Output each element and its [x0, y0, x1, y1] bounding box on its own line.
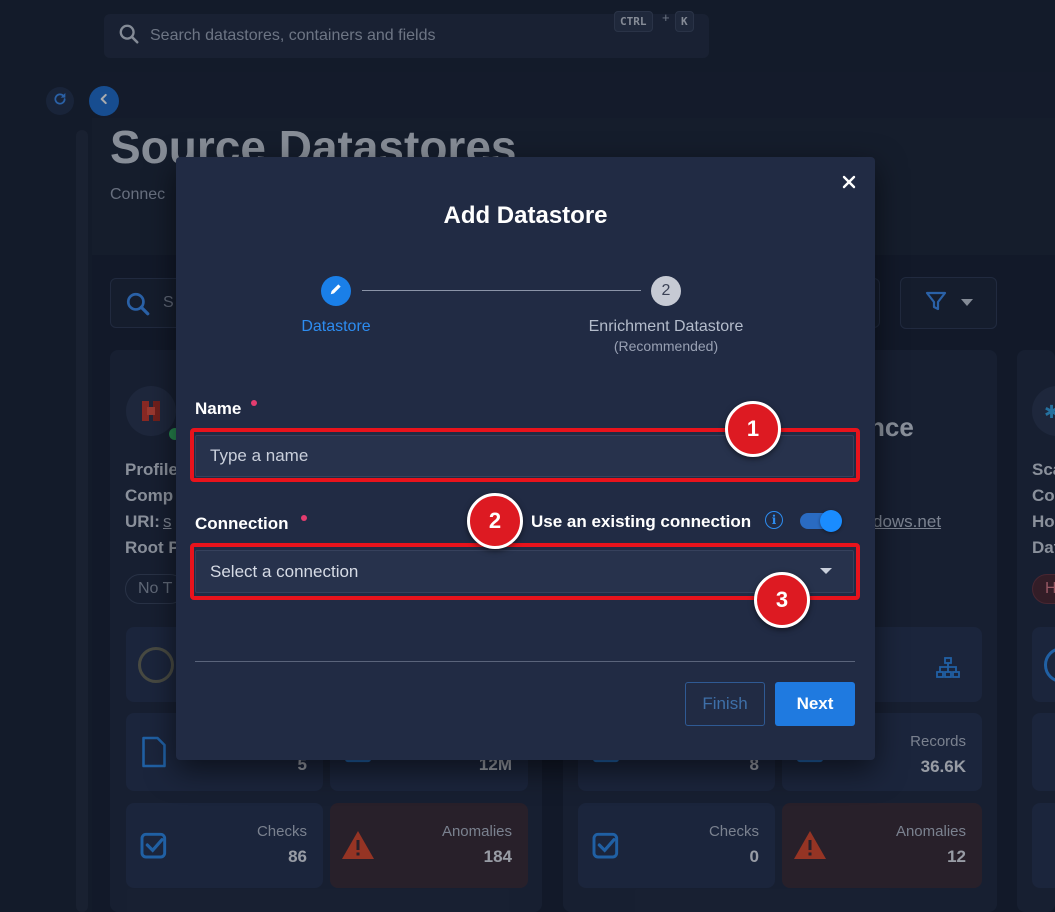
step-1-indicator [321, 276, 351, 306]
pencil-icon [329, 282, 343, 301]
use-existing-connection-toggle[interactable] [800, 510, 842, 532]
step-1-label: Datastore [301, 318, 371, 335]
finish-button[interactable]: Finish [685, 682, 765, 726]
close-icon [842, 175, 856, 194]
step-2-label: Enrichment Datastore [588, 318, 744, 335]
footer-divider [195, 661, 855, 662]
step-badge-2: 2 [467, 493, 523, 549]
required-indicator [301, 515, 307, 521]
step-2-indicator: 2 [651, 276, 681, 306]
info-icon[interactable]: i [765, 511, 783, 529]
toggle-thumb [820, 510, 842, 532]
stepper-connector [362, 290, 641, 291]
close-button[interactable] [837, 172, 861, 196]
step-badge-3: 3 [754, 572, 810, 628]
required-indicator [251, 400, 257, 406]
next-button[interactable]: Next [775, 682, 855, 726]
step-2-sublabel: (Recommended) [613, 338, 719, 354]
name-label: Name [195, 399, 242, 418]
use-existing-connection-label: Use an existing connection [531, 512, 752, 531]
dialog-title: Add Datastore [443, 202, 608, 229]
step-badge-1: 1 [725, 401, 781, 457]
connection-label: Connection [195, 514, 289, 533]
